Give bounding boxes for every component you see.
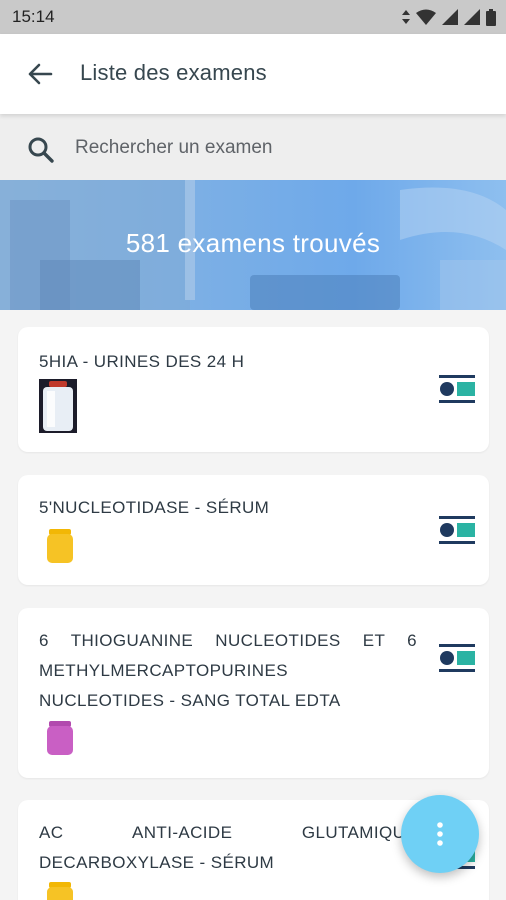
- search-icon: [28, 137, 54, 163]
- search-input[interactable]: [75, 131, 475, 165]
- results-banner: 581 examens trouvés: [0, 180, 506, 310]
- status-bar: 15:14: [0, 0, 506, 34]
- results-count: 581 examens trouvés: [125, 228, 381, 258]
- exam-title: 5'NUCLEOTIDASE - SÉRUM: [39, 498, 270, 517]
- status-icons: [402, 8, 496, 26]
- more-options-fab[interactable]: [401, 795, 479, 873]
- arrow-back-icon: [28, 63, 53, 85]
- signal-icon: [442, 9, 458, 25]
- info-card-icon[interactable]: [439, 515, 475, 545]
- yellow-tube-icon: [47, 529, 73, 563]
- status-time: 15:14: [12, 7, 55, 26]
- wifi-icon: [416, 9, 436, 25]
- exam-card[interactable]: 5'NUCLEOTIDASE - SÉRUM: [18, 475, 489, 585]
- signal-icon-2: [464, 9, 480, 25]
- exam-title: 5HIA - URINES DES 24 H: [39, 352, 245, 371]
- page-title: Liste des examens: [80, 60, 267, 85]
- exam-card[interactable]: 6 THIOGUANINE NUCLEOTIDES ET 6 METHYLMER…: [18, 608, 489, 778]
- urine-24h-container-icon: [39, 379, 77, 433]
- exam-card[interactable]: 5HIA - URINES DES 24 H: [18, 327, 489, 452]
- app-bar: Liste des examens: [0, 34, 506, 114]
- purple-tube-icon: [47, 721, 73, 755]
- search-bar: [0, 114, 506, 180]
- info-card-icon[interactable]: [439, 643, 475, 673]
- yellow-tube-icon: [47, 882, 73, 900]
- more-vertical-icon: [437, 822, 443, 846]
- info-card-icon[interactable]: [439, 374, 475, 404]
- battery-icon: [486, 8, 496, 26]
- exam-title: 6 THIOGUANINE NUCLEOTIDES ET 6 METHYLMER…: [39, 631, 417, 710]
- exam-title: AC ANTI-ACIDE GLUTAMIQUE DECARBOXYLASE -…: [39, 823, 417, 872]
- back-button[interactable]: [22, 56, 58, 92]
- data-arrows-icon: [402, 10, 410, 24]
